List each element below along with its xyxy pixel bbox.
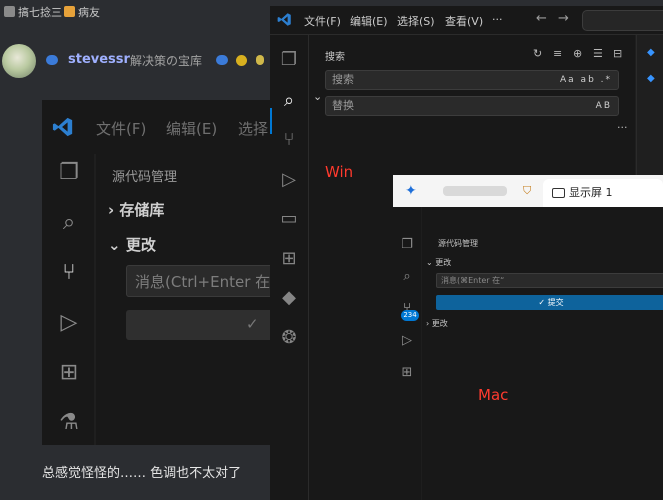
chevron-down-icon: ⌄ xyxy=(108,236,121,254)
tab-display[interactable]: 显示屏 1 xyxy=(543,179,663,207)
active-indicator xyxy=(270,108,272,134)
extensions-icon[interactable]: ⊞ xyxy=(56,360,82,386)
changes-count-badge: 234 xyxy=(401,310,419,321)
source-control-icon[interactable]: ⑂ xyxy=(277,128,301,152)
mac-annotation-label: Mac xyxy=(478,386,509,404)
menu-more[interactable]: ··· xyxy=(492,13,503,26)
commit-button[interactable]: ✓ 提交 xyxy=(436,295,663,310)
source-control-panel: 源代码管理 › 存储库 ⌄ 更改 xyxy=(96,152,270,445)
panel-title: 源代码管理 xyxy=(438,239,478,248)
menu-file[interactable]: 文件(F) xyxy=(96,118,146,139)
source-control-icon[interactable]: ⑂ xyxy=(56,260,82,286)
vscode-logo-icon xyxy=(52,117,73,137)
run-debug-icon[interactable]: ▷ xyxy=(399,333,415,349)
fish-icon xyxy=(46,55,58,65)
forward-arrow-icon[interactable]: → xyxy=(558,11,569,26)
vscode-logo-icon xyxy=(277,13,291,26)
collapse-all-icon[interactable]: ⊟ xyxy=(613,47,622,60)
post-header: stevessr 解决策の宝库 xyxy=(0,44,300,78)
eye-icon xyxy=(236,55,247,66)
panel-title: 搜索 xyxy=(325,52,345,63)
shield-icon[interactable]: ⛉ xyxy=(523,184,531,198)
testing-icon[interactable]: ⚗ xyxy=(56,410,82,436)
menu-view[interactable]: 查看(V) xyxy=(445,13,483,29)
monitor-icon xyxy=(552,188,565,198)
activity-bar: ❐ ⌕ ⑂ ▷ ▭ ⊞ ◆ ❂ xyxy=(270,35,309,500)
blurred-title xyxy=(443,186,507,196)
remote-explorer-icon[interactable]: ▭ xyxy=(277,207,301,231)
title-bar: 文件(F) 编辑(E) 选择(S) 查看(V) ··· ← → xyxy=(270,6,663,35)
run-debug-icon[interactable]: ▷ xyxy=(56,310,82,336)
explorer-icon[interactable]: ❐ xyxy=(56,160,82,186)
user-motto: 解决策の宝库 xyxy=(130,54,203,68)
section-changes-collapsed[interactable]: › 更改 xyxy=(426,318,448,329)
commit-message-input[interactable]: 消息(Ctrl+Enter 在 xyxy=(126,265,270,297)
chevron-right-icon: › xyxy=(108,201,115,219)
search-icon[interactable]: ⌕ xyxy=(399,269,415,285)
refresh-icon[interactable]: ↻ xyxy=(533,47,542,60)
panel-title: 源代码管理 xyxy=(112,170,178,185)
source-control-panel: 源代码管理 ⌄ 更改 消息(⌘Enter 在“ ✓ 提交 › 更改 xyxy=(422,207,663,500)
username[interactable]: stevessr xyxy=(68,52,130,67)
extensions-icon[interactable]: ⊞ xyxy=(277,247,301,271)
back-arrow-icon[interactable]: ← xyxy=(536,11,547,26)
category-icon xyxy=(4,6,15,17)
commit-button[interactable]: ✓ xyxy=(126,310,270,340)
mac-tab-bar: ✦ ⛉ 显示屏 1 xyxy=(393,175,663,207)
docker-icon: ◆ xyxy=(647,73,655,84)
search-input[interactable]: 搜索 Aa ab .* xyxy=(325,70,619,90)
chevron-down-icon[interactable]: ⌄ xyxy=(313,90,322,103)
command-center[interactable] xyxy=(582,10,663,31)
docker-icon[interactable]: ◆ xyxy=(277,286,301,310)
badge-icon xyxy=(256,55,264,65)
section-changes[interactable]: ⌄ 更改 xyxy=(426,257,451,268)
menu-edit[interactable]: 编辑(E) xyxy=(350,13,388,29)
person-icon xyxy=(64,6,75,17)
search-options[interactable]: Aa ab .* xyxy=(560,71,612,89)
extensions-icon[interactable]: ⊞ xyxy=(399,365,415,381)
chatgpt-icon[interactable]: ❂ xyxy=(277,326,301,350)
menu-edit[interactable]: 编辑(E) xyxy=(166,118,217,139)
post-comment: 总感觉怪怪的…… 色调也不太对了 xyxy=(42,466,242,481)
docker-icon: ◆ xyxy=(647,47,655,58)
chevron-right-icon: › xyxy=(426,319,430,328)
avatar[interactable] xyxy=(2,44,36,78)
explorer-icon[interactable]: ❐ xyxy=(399,237,415,253)
replace-input[interactable]: 替换 AB xyxy=(325,96,619,116)
view-as-tree-icon[interactable]: ☰ xyxy=(593,47,603,60)
section-repositories[interactable]: › 存储库 xyxy=(108,199,164,220)
clear-results-icon[interactable]: ≡ xyxy=(553,47,562,60)
search-icon[interactable]: ⌕ xyxy=(277,89,301,113)
topic-tag[interactable]: 病友 xyxy=(64,4,100,22)
win-annotation-label: Win xyxy=(325,163,354,181)
check-icon: ✓ xyxy=(246,315,259,333)
activity-bar: ❐ ⌕ ⑂ ▷ ⊞ ⚗ xyxy=(42,154,94,445)
search-icon[interactable]: ⌕ xyxy=(56,210,82,236)
activity-bar: ❐ ⌕ ⑂ ▷ ⊞ xyxy=(393,207,421,500)
new-search-editor-icon[interactable]: ⊕ xyxy=(573,47,582,60)
commit-message-input[interactable]: 消息(⌘Enter 在“ xyxy=(436,273,663,288)
category-tag[interactable]: 搞七捻三 xyxy=(4,4,62,22)
chevron-down-icon: ⌄ xyxy=(426,258,433,267)
fish-icon xyxy=(216,55,228,65)
run-debug-icon[interactable]: ▷ xyxy=(277,168,301,192)
more-options[interactable]: ··· xyxy=(617,121,628,134)
title-bar: 文件(F) 编辑(E) 选择 xyxy=(42,100,270,154)
explorer-icon[interactable]: ❐ xyxy=(277,48,301,72)
preserve-case-option[interactable]: AB xyxy=(596,97,612,115)
menu-select[interactable]: 选择 xyxy=(238,118,268,139)
mac-vscode-window: ✦ ⛉ 显示屏 1 ❐ ⌕ ⑂ ▷ ⊞ 234 源代码管理 ⌄ 更改 消息(⌘E… xyxy=(393,175,663,500)
zoomed-screenshot: 文件(F) 编辑(E) 选择 ❐ ⌕ ⑂ ▷ ⊞ ⚗ 源代码管理 › 存储库 ⌄… xyxy=(42,100,270,445)
section-changes[interactable]: ⌄ 更改 xyxy=(108,234,156,255)
menu-file[interactable]: 文件(F) xyxy=(304,13,341,29)
app-logo-icon: ✦ xyxy=(405,183,417,199)
menu-select[interactable]: 选择(S) xyxy=(397,13,435,29)
